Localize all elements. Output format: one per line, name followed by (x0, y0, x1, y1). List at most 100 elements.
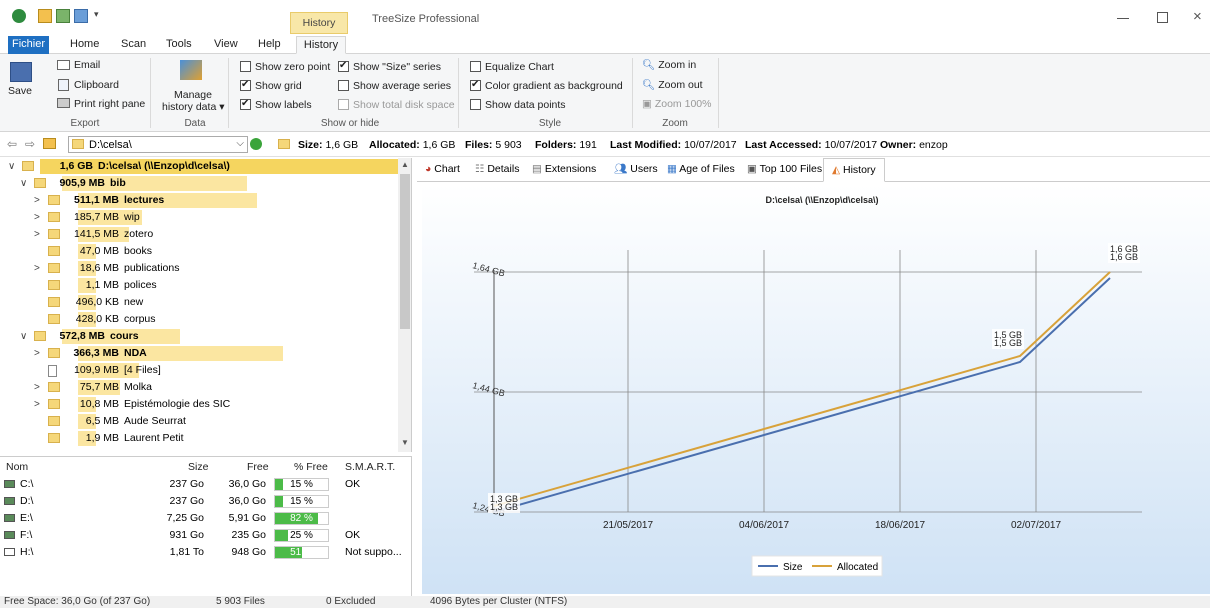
history-chart[interactable]: D:\celsa\ (\\Enzop\d\celsa\) 1,64 GB 1,44… (422, 184, 1210, 594)
tab-help[interactable]: Help (254, 36, 285, 54)
tab-tools[interactable]: Tools (162, 36, 196, 54)
checkbox-box[interactable] (338, 59, 349, 73)
save-button[interactable]: Save (8, 84, 32, 98)
users-icon: 👥︎ (614, 163, 631, 175)
tab-extensions[interactable]: ▤ Extensions (532, 162, 596, 176)
manage-history-button[interactable]: history data ▾ (162, 100, 224, 114)
checkbox-box[interactable] (338, 99, 349, 110)
tree-row[interactable]: >18,6 MB publications (0, 260, 398, 277)
checkbox-box[interactable] (240, 97, 251, 111)
tree-row[interactable]: >366,3 MB NDA (0, 345, 398, 362)
expand-chevron-icon[interactable]: > (34, 345, 40, 362)
tree-row[interactable]: 496,0 KB new (0, 294, 398, 311)
path-combobox[interactable]: D:\celsa\ ⌵ (68, 136, 248, 153)
column-header-free[interactable]: Free (247, 461, 269, 473)
tree-row[interactable]: >141,5 MB zotero (0, 226, 398, 243)
maximize-icon[interactable] (1157, 12, 1168, 23)
show-data-points-checkbox[interactable]: Show data points (470, 98, 566, 112)
tree-row[interactable]: >185,7 MB wip (0, 209, 398, 226)
minimize-icon[interactable] (1117, 18, 1129, 19)
expand-chevron-icon[interactable]: ∨ (20, 328, 27, 345)
tree-row[interactable]: 428,0 KB corpus (0, 311, 398, 328)
tree-row[interactable]: 6,5 MB Aude Seurrat (0, 413, 398, 430)
quick-access-scan-icon[interactable] (38, 9, 52, 23)
clipboard-button[interactable]: Clipboard (74, 78, 119, 92)
tree-row[interactable]: ∨ 572,8 MB cours (0, 328, 398, 345)
chevron-down-icon[interactable]: ⌵ (236, 138, 244, 149)
drives-list[interactable]: Nom Size Free % Free S.M.A.R.T. C:\ 237 G… (0, 456, 412, 596)
scrollbar-thumb[interactable] (400, 174, 410, 329)
checkbox-box[interactable] (470, 78, 481, 92)
column-header-nom[interactable]: Nom (6, 461, 28, 473)
zoom-out-button[interactable]: 🔍︎ Zoom out (642, 78, 703, 92)
show-size-series-checkbox[interactable]: Show "Size" series (338, 59, 441, 74)
tree-row[interactable]: 1,1 MB polices (0, 277, 398, 294)
tree-row[interactable]: ∨ 905,9 MB bib (0, 175, 398, 192)
tab-view[interactable]: View (210, 36, 242, 54)
checkbox-box[interactable] (240, 78, 251, 92)
show-grid-checkbox[interactable]: Show grid (240, 78, 302, 93)
close-icon[interactable]: × (1193, 8, 1202, 25)
tree-row[interactable]: 1,9 MB Laurent Petit (0, 430, 398, 447)
show-labels-checkbox[interactable]: Show labels (240, 97, 312, 112)
tab-users[interactable]: 👥︎ Users (614, 162, 658, 176)
checkbox-box[interactable] (470, 61, 481, 72)
show-average-series-checkbox[interactable]: Show average series (338, 79, 451, 93)
show-total-disk-space-checkbox[interactable]: Show total disk space (338, 98, 455, 112)
show-zero-point-checkbox[interactable]: Show zero point (240, 60, 330, 74)
equalize-chart-checkbox[interactable]: Equalize Chart (470, 60, 554, 74)
tab-age-of-files[interactable]: ▦ Age of Files (667, 162, 735, 176)
print-right-pane-button[interactable]: Print right pane (74, 97, 145, 111)
tab-history[interactable]: History (296, 36, 346, 54)
tree-row[interactable]: ∨ 1,6 GB D:\celsa\ (\\Enzop\d\celsa\) (0, 158, 398, 175)
tree-row[interactable]: >511,1 MB lectures (0, 192, 398, 209)
drive-row[interactable]: H:\ 1,81 To 948 Go 51 % Not suppo... (0, 545, 412, 562)
quick-access-dropdown-icon[interactable]: ▾ (94, 9, 99, 20)
expand-chevron-icon[interactable]: > (34, 260, 40, 277)
tab-extensions-label: Extensions (544, 163, 597, 175)
drive-row[interactable]: F:\ 931 Go 235 Go 25 % OK (0, 528, 412, 545)
tree-scrollbar[interactable]: ▲ ▼ (398, 158, 411, 452)
tab-scan[interactable]: Scan (117, 36, 150, 54)
up-folder-icon[interactable] (43, 138, 56, 149)
email-button[interactable]: Email (74, 58, 100, 72)
folder-tree[interactable]: ∨ 1,6 GB D:\celsa\ (\\Enzop\d\celsa\) ∨ 905,… (0, 158, 412, 452)
quick-access-tree-icon[interactable] (56, 9, 70, 23)
drive-row[interactable]: E:\ 7,25 Go 5,91 Go 82 % (0, 511, 412, 528)
color-gradient-checkbox[interactable]: Color gradient as background (470, 78, 623, 93)
expand-chevron-icon[interactable]: > (34, 379, 40, 396)
tab-chart[interactable]: ◕ Chart (425, 162, 460, 176)
expand-chevron-icon[interactable]: ∨ (20, 175, 27, 192)
back-arrow-icon[interactable]: ⇦ (7, 137, 17, 151)
column-header-size[interactable]: Size (188, 461, 208, 473)
tab-fichier[interactable]: Fichier (8, 36, 50, 54)
column-header-smart[interactable]: S.M.A.R.T. (345, 461, 395, 473)
expand-chevron-icon[interactable]: ∨ (8, 158, 15, 175)
forward-arrow-icon[interactable]: ⇨ (25, 137, 35, 151)
drive-row[interactable]: C:\ 237 Go 36,0 Go 15 % OK (0, 477, 412, 494)
tree-row[interactable]: >10,8 MB Epistémologie des SIC (0, 396, 398, 413)
scroll-down-icon[interactable]: ▼ (401, 438, 409, 447)
drive-row[interactable]: D:\ 237 Go 36,0 Go 15 % (0, 494, 412, 511)
tab-history[interactable]: ◭ History (823, 158, 885, 182)
tab-top-100-files[interactable]: ▣ Top 100 Files (747, 162, 822, 176)
expand-chevron-icon[interactable]: > (34, 209, 40, 226)
checkbox-box[interactable] (470, 99, 481, 110)
tree-row[interactable]: 47,0 MB books (0, 243, 398, 260)
expand-chevron-icon[interactable]: > (34, 226, 40, 243)
tree-row[interactable]: >75,7 MB Molka (0, 379, 398, 396)
tree-row[interactable]: 109,9 MB [4 Files] (0, 362, 398, 379)
tab-details[interactable]: ☷ Details (475, 162, 519, 176)
zoom-100-button[interactable]: ▣ Zoom 100% (642, 97, 711, 111)
quick-access-users-icon[interactable] (74, 9, 88, 23)
tree-size: 18,6 MB (79, 262, 119, 274)
scroll-up-icon[interactable]: ▲ (401, 160, 409, 169)
checkbox-box[interactable] (240, 61, 251, 72)
expand-chevron-icon[interactable]: > (34, 396, 40, 413)
expand-chevron-icon[interactable]: > (34, 192, 40, 209)
column-header-pct-free[interactable]: % Free (294, 461, 328, 473)
refresh-icon[interactable] (250, 138, 262, 150)
checkbox-box[interactable] (338, 80, 349, 91)
tab-home[interactable]: Home (66, 36, 103, 54)
zoom-in-button[interactable]: 🔍︎ Zoom in (642, 58, 696, 72)
